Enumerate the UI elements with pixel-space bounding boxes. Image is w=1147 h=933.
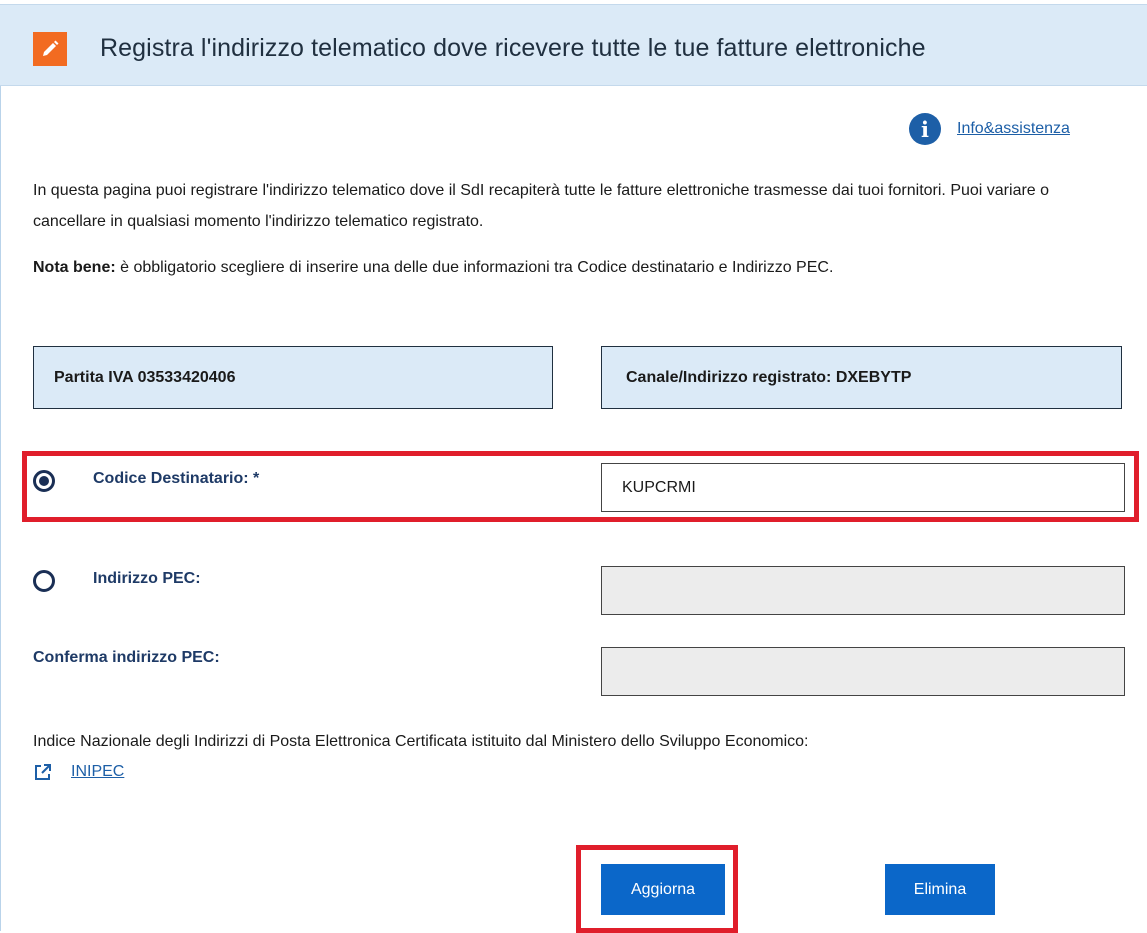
external-link-icon bbox=[35, 764, 51, 780]
info-assistance-label[interactable]: Info&assistenza bbox=[957, 120, 1070, 138]
codice-destinatario-radio[interactable] bbox=[33, 470, 55, 492]
codice-destinatario-label: Codice Destinatario: * bbox=[93, 470, 260, 487]
note-body: è obbligatorio scegliere di inserire una… bbox=[115, 259, 834, 276]
indirizzo-pec-label: Indirizzo PEC: bbox=[93, 570, 201, 587]
note-label: Nota bene: bbox=[33, 259, 116, 276]
indirizzo-pec-input[interactable] bbox=[601, 566, 1125, 615]
pencil-edit-icon bbox=[33, 32, 67, 66]
inipec-link-wrap[interactable]: INIPEC bbox=[33, 762, 124, 782]
intro-text: In questa pagina puoi registrare l'indir… bbox=[33, 182, 1050, 230]
conferma-pec-label: Conferma indirizzo PEC: bbox=[33, 649, 220, 666]
page-title: Registra l'indirizzo telematico dove ric… bbox=[100, 34, 926, 62]
inipec-description: Indice Nazionale degli Indirizzi di Post… bbox=[33, 733, 809, 750]
elimina-button[interactable]: Elimina bbox=[885, 864, 995, 915]
indirizzo-pec-radio[interactable] bbox=[33, 570, 55, 592]
partita-iva-box: Partita IVA 03533420406 bbox=[33, 346, 553, 409]
note-text: Nota bene: è obbligatorio scegliere di i… bbox=[33, 259, 833, 277]
codice-destinatario-input[interactable]: KUPCRMI bbox=[601, 463, 1125, 512]
info-icon: i bbox=[909, 113, 941, 145]
radio-selected-dot bbox=[39, 476, 49, 486]
conferma-pec-input[interactable] bbox=[601, 647, 1125, 696]
registered-channel-box: Canale/Indirizzo registrato: DXEBYTP bbox=[601, 346, 1122, 409]
info-assistance-link[interactable]: i Info&assistenza bbox=[909, 113, 1070, 145]
inipec-link[interactable]: INIPEC bbox=[71, 763, 124, 781]
aggiorna-button[interactable]: Aggiorna bbox=[601, 864, 725, 915]
page-header: Registra l'indirizzo telematico dove ric… bbox=[0, 4, 1147, 86]
